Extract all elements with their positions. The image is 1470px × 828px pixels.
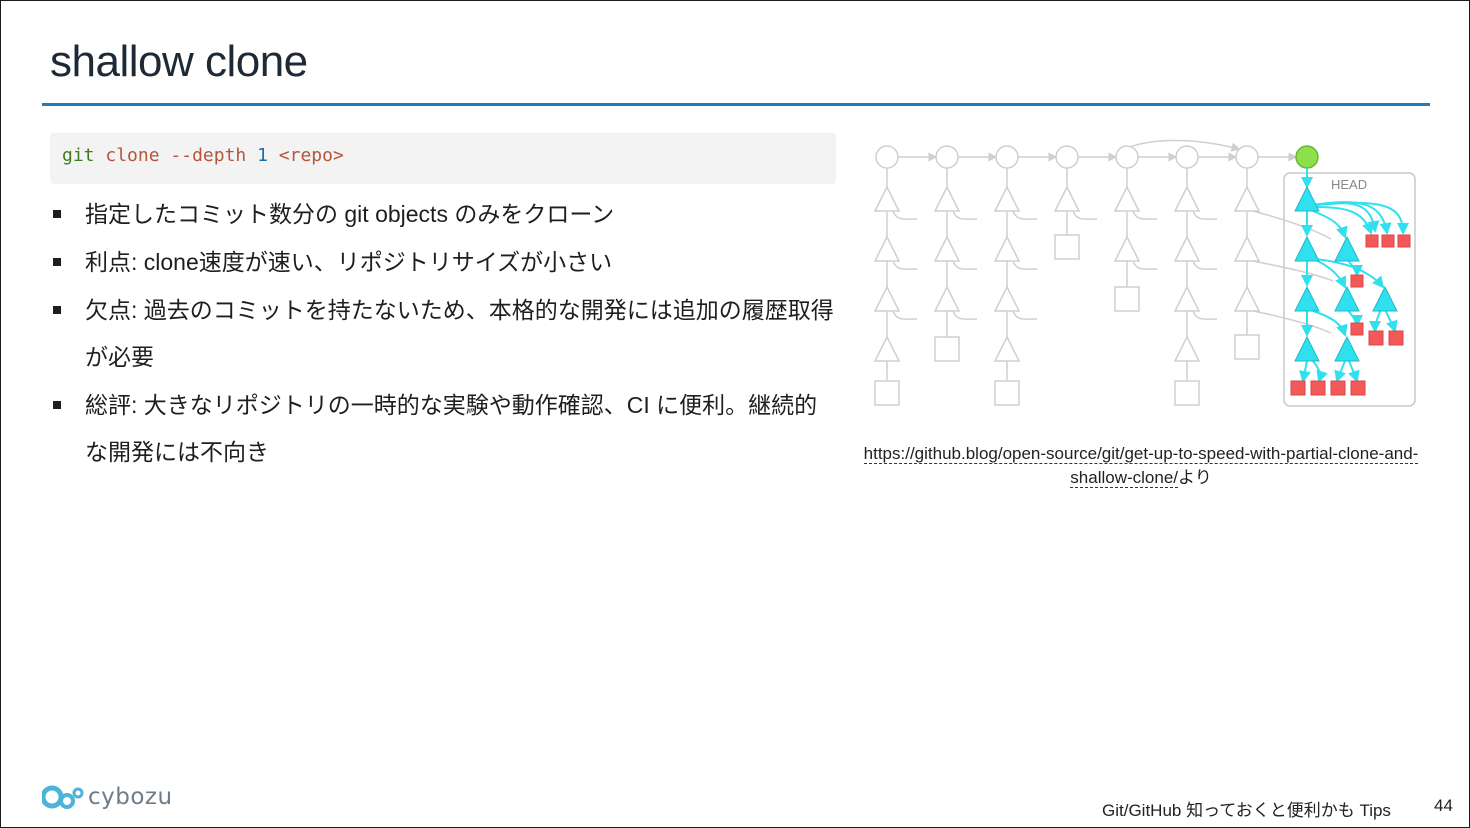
shallow-clone-diagram: HEAD: [873, 139, 1416, 407]
bullet-text: 指定したコミット数分の git objects のみをクローン: [85, 201, 615, 227]
bullet-square-icon: [53, 210, 61, 218]
logo-text: cybozu: [88, 784, 173, 810]
bullet-item: 総評: 大きなリポジトリの一時的な実験や動作確認、CI に便利。継続的な開発には…: [50, 382, 840, 476]
source-suffix: より: [1178, 468, 1212, 487]
faded-history-objects: [873, 168, 1334, 406]
slide-title: shallow clone: [50, 37, 308, 86]
source-link[interactable]: https://github.blog/open-source/git/get-…: [863, 444, 1419, 488]
bullet-square-icon: [53, 258, 61, 266]
image-source-caption: https://github.blog/open-source/git/get-…: [851, 442, 1431, 490]
code-token-number: 1: [257, 145, 268, 166]
bullet-item: 指定したコミット数分の git objects のみをクローン: [50, 191, 840, 238]
code-block: git clone --depth 1 <repo>: [50, 133, 836, 184]
cybozu-logo-mark-icon: [42, 785, 84, 809]
deck-title: Git/GitHub 知っておくと便利かも Tips: [1102, 801, 1391, 820]
bullet-item: 欠点: 過去のコミットを持たないため、本格的な開発には追加の履歴取得が必要: [50, 287, 840, 381]
code-token-git: git: [62, 145, 95, 166]
bullet-text: 総評: 大きなリポジトリの一時的な実験や動作確認、CI に便利。継続的な開発には…: [85, 392, 818, 465]
code-token-argument: <repo>: [278, 145, 344, 166]
cybozu-logo: cybozu: [42, 782, 173, 812]
head-commit-node: [1295, 145, 1319, 169]
code-token-option: --depth: [170, 145, 247, 166]
bullet-list: 指定したコミット数分の git objects のみをクローン 利点: clon…: [50, 191, 840, 477]
bullet-text: 欠点: 過去のコミットを持たないため、本格的な開発には追加の履歴取得が必要: [85, 297, 834, 370]
page-number: 44: [1434, 796, 1453, 815]
bullet-text: 利点: clone速度が速い、リポジトリサイズが小さい: [85, 249, 613, 275]
head-label: HEAD: [1331, 177, 1367, 192]
code-token-clone: clone: [105, 145, 160, 166]
bullet-square-icon: [53, 306, 61, 314]
title-underline: [42, 103, 1430, 106]
bullet-item: 利点: clone速度が速い、リポジトリサイズが小さい: [50, 239, 840, 286]
bullet-square-icon: [53, 401, 61, 409]
